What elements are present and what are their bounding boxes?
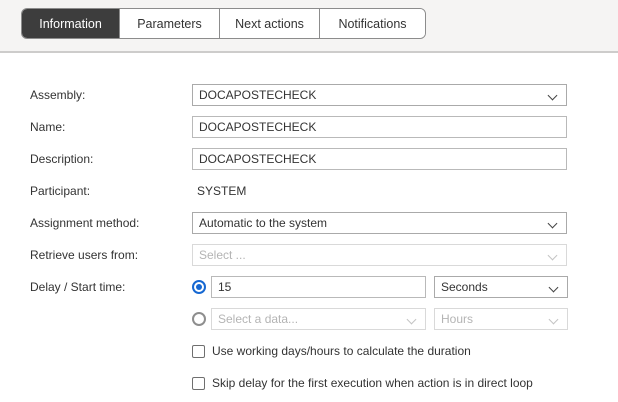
chevron-down-icon xyxy=(407,315,417,325)
retrieve-users-placeholder: Select ... xyxy=(199,248,246,262)
tab-parameters[interactable]: Parameters xyxy=(119,9,219,38)
name-row: Name: xyxy=(30,116,618,138)
description-row: Description: xyxy=(30,148,618,170)
delay-data-unit-value: Hours xyxy=(441,312,473,326)
chevron-down-icon xyxy=(548,251,558,261)
tab-strip-header: Information Parameters Next actions Noti… xyxy=(0,0,618,53)
working-days-row: Use working days/hours to calculate the … xyxy=(30,340,618,362)
participant-row: Participant: SYSTEM xyxy=(30,180,618,202)
assignment-method-label: Assignment method: xyxy=(30,216,192,230)
delay-data-row: Select a data... Hours xyxy=(30,308,618,330)
skip-delay-checkbox-label: Skip delay for the first execution when … xyxy=(212,376,533,390)
delay-fixed-radio[interactable] xyxy=(192,280,206,294)
retrieve-users-label: Retrieve users from: xyxy=(30,248,192,262)
delay-data-unit-select: Hours xyxy=(434,308,568,330)
assignment-method-select[interactable]: Automatic to the system xyxy=(192,212,567,234)
assembly-select-value: DOCAPOSTECHECK xyxy=(199,88,316,102)
chevron-down-icon xyxy=(548,91,558,101)
working-days-checkbox-label: Use working days/hours to calculate the … xyxy=(212,344,471,358)
assembly-label: Assembly: xyxy=(30,88,192,102)
information-form: Assembly: DOCAPOSTECHECK Name: Descripti… xyxy=(0,53,618,394)
assembly-row: Assembly: DOCAPOSTECHECK xyxy=(30,84,618,106)
delay-start-time-label: Delay / Start time: xyxy=(30,280,192,294)
description-input[interactable] xyxy=(192,148,567,170)
tab-next-actions[interactable]: Next actions xyxy=(219,9,319,38)
delay-data-radio[interactable] xyxy=(192,312,206,326)
delay-data-select: Select a data... xyxy=(211,308,426,330)
working-days-checkbox[interactable] xyxy=(192,345,205,358)
chevron-down-icon xyxy=(548,219,558,229)
tab-information[interactable]: Information xyxy=(22,9,119,38)
chevron-down-icon xyxy=(549,315,559,325)
participant-value: SYSTEM xyxy=(192,184,246,198)
tab-notifications[interactable]: Notifications xyxy=(319,9,425,38)
chevron-down-icon xyxy=(549,283,559,293)
delay-data-placeholder: Select a data... xyxy=(218,312,298,326)
delay-fixed-row: Delay / Start time: Seconds xyxy=(30,276,618,298)
skip-delay-checkbox[interactable] xyxy=(192,377,205,390)
skip-delay-row: Skip delay for the first execution when … xyxy=(30,372,618,394)
name-label: Name: xyxy=(30,120,192,134)
assignment-method-row: Assignment method: Automatic to the syst… xyxy=(30,212,618,234)
assignment-method-select-value: Automatic to the system xyxy=(199,216,327,230)
tab-bar: Information Parameters Next actions Noti… xyxy=(21,8,426,39)
name-input[interactable] xyxy=(192,116,567,138)
delay-unit-value: Seconds xyxy=(441,280,488,294)
delay-value-input[interactable] xyxy=(211,276,426,298)
delay-unit-select[interactable]: Seconds xyxy=(434,276,568,298)
description-label: Description: xyxy=(30,152,192,166)
retrieve-users-select: Select ... xyxy=(192,244,567,266)
assembly-select[interactable]: DOCAPOSTECHECK xyxy=(192,84,567,106)
participant-label: Participant: xyxy=(30,184,192,198)
retrieve-users-row: Retrieve users from: Select ... xyxy=(30,244,618,266)
